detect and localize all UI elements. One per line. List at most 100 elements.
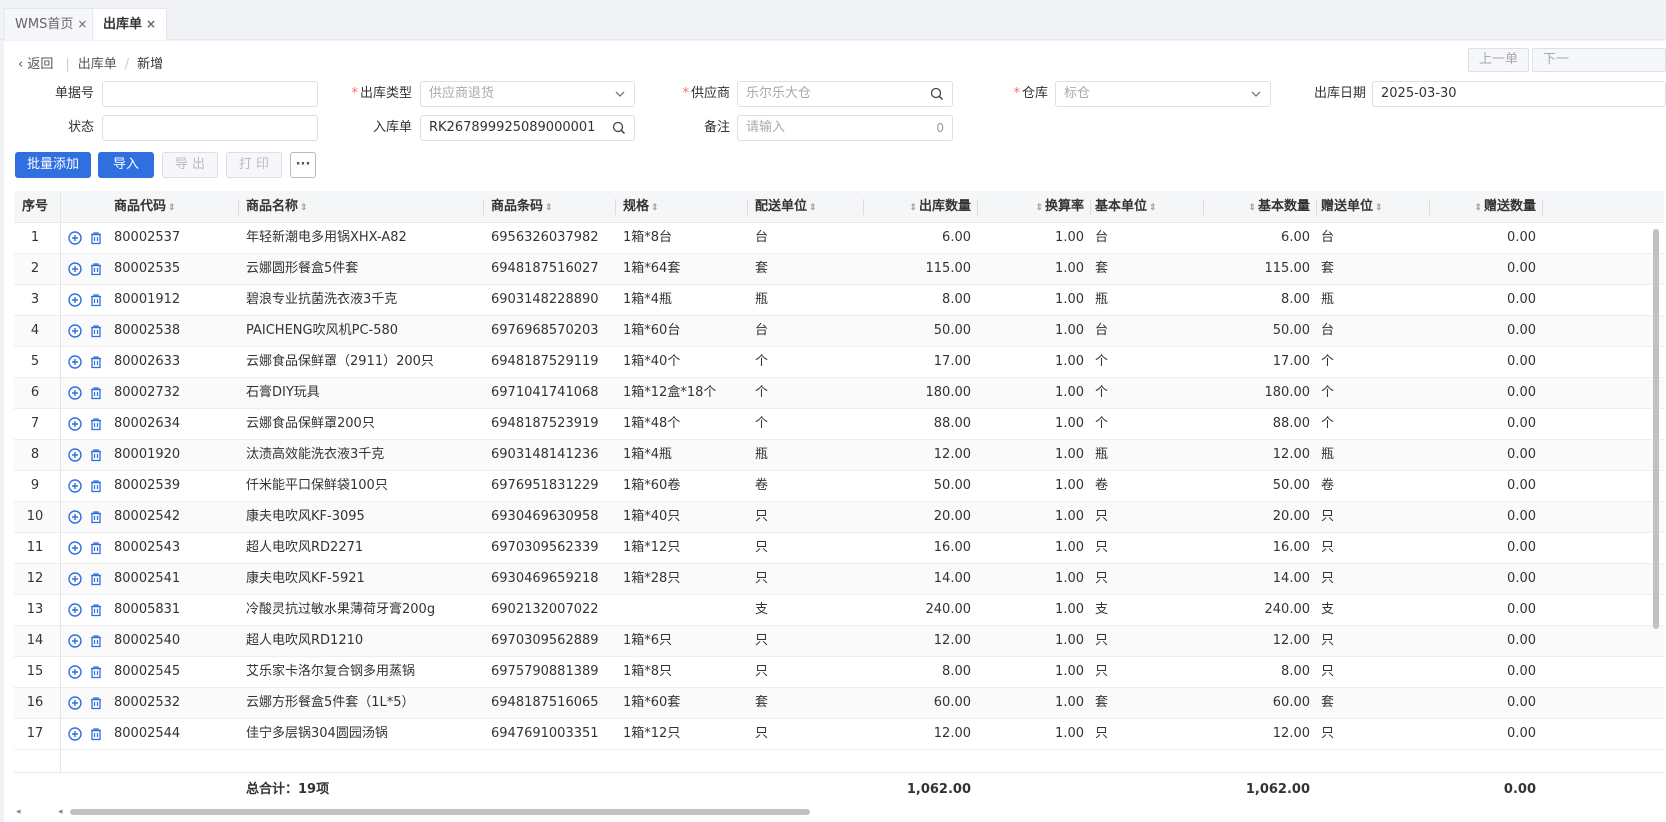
plus-circle-icon[interactable] (68, 231, 82, 245)
col-rate[interactable]: ⇕ 换算率 (985, 191, 1084, 223)
trash-icon[interactable] (89, 417, 103, 431)
trash-icon[interactable] (89, 355, 103, 369)
plus-circle-icon[interactable] (68, 634, 82, 648)
trash-icon[interactable] (89, 665, 103, 679)
horizontal-scrollbar[interactable]: ◂ ◂ (14, 807, 1664, 817)
plus-circle-icon[interactable] (68, 727, 82, 741)
cell-code: 80002541 (114, 571, 181, 586)
col-gift-unit[interactable]: 赠送单位 ⇕ (1321, 191, 1383, 223)
trash-icon[interactable] (89, 510, 103, 524)
plus-circle-icon[interactable] (68, 665, 82, 679)
col-code[interactable]: 商品代码 ⇕ (114, 191, 176, 223)
cell-barcode: 6902132007022 (491, 602, 599, 617)
breadcrumb-parent[interactable]: 出库单 (78, 57, 117, 72)
col-name[interactable]: 商品名称 ⇕ (246, 191, 308, 223)
import-button[interactable]: 导入 (98, 152, 154, 178)
table-row[interactable]: 12 80002541 康夫电吹风KF-5921 6930469659218 1箱*28… (14, 564, 1664, 595)
scroll-left-icon[interactable]: ◂ (58, 807, 63, 817)
remark-input[interactable]: 请输入 0 (737, 115, 953, 141)
more-button[interactable]: ··· (290, 152, 316, 178)
plus-circle-icon[interactable] (68, 324, 82, 338)
print-button[interactable]: 打 印 (226, 152, 282, 178)
trash-icon[interactable] (89, 541, 103, 555)
plus-circle-icon[interactable] (68, 355, 82, 369)
trash-icon[interactable] (89, 262, 103, 276)
table-row[interactable]: 13 80005831 冷酸灵抗过敏水果薄荷牙膏200g 6902132007022 支… (14, 595, 1664, 626)
cell-name: 佳宁多层锅304圆园汤锅 (246, 726, 388, 741)
tab-wms-home[interactable]: WMS首页 × (4, 8, 99, 40)
table-row[interactable]: 17 80002544 佳宁多层锅304圆园汤锅 6947691003351 1箱*12… (14, 719, 1664, 750)
export-button[interactable]: 导 出 (162, 152, 218, 178)
cell-rate: 1.00 (1055, 478, 1084, 493)
trash-icon[interactable] (89, 572, 103, 586)
trash-icon[interactable] (89, 231, 103, 245)
close-icon[interactable]: × (146, 17, 156, 31)
plus-circle-icon[interactable] (68, 448, 82, 462)
status-input[interactable] (102, 115, 318, 141)
table-row[interactable]: 4 80002538 PAICHENG吹风机PC-580 6976968570203 1… (14, 316, 1664, 347)
plus-circle-icon[interactable] (68, 479, 82, 493)
trash-icon[interactable] (89, 634, 103, 648)
next-order-button[interactable]: 下一 (1532, 48, 1666, 72)
out-date-input[interactable]: 2025-03-30 (1372, 81, 1666, 107)
col-barcode[interactable]: 商品条码 ⇕ (491, 191, 553, 223)
table-row[interactable]: 3 80001912 碧浪专业抗菌洗衣液3千克 6903148228890 1箱*4瓶 瓶… (14, 285, 1664, 316)
warehouse-select[interactable]: 标仓 (1055, 81, 1271, 107)
scroll-thumb[interactable] (1653, 229, 1659, 629)
plus-circle-icon[interactable] (68, 293, 82, 307)
vertical-scrollbar[interactable] (1652, 223, 1660, 771)
cell-barcode: 6975790881389 (491, 664, 599, 679)
plus-circle-icon[interactable] (68, 510, 82, 524)
table-row[interactable]: 10 80002542 康夫电吹风KF-3095 6930469630958 1箱*40… (14, 502, 1664, 533)
col-gift-qty[interactable]: ⇕ 赠送数量 (1437, 191, 1536, 223)
cell-base-unit: 只 (1095, 664, 1109, 679)
cell-gift-qty: 0.00 (1507, 633, 1536, 648)
trash-icon[interactable] (89, 293, 103, 307)
table-row[interactable]: 6 80002732 石膏DIY玩具 6971041741068 1箱*12盒*18个 个… (14, 378, 1664, 409)
close-icon[interactable]: × (77, 17, 87, 31)
col-unit[interactable]: 配送单位 ⇕ (755, 191, 817, 223)
plus-circle-icon[interactable] (68, 541, 82, 555)
table-row[interactable]: 9 80002539 仟米能平口保鲜袋100只 6976951831229 1箱*60卷… (14, 471, 1664, 502)
table-row[interactable]: 7 80002634 云娜食品保鲜罩200只 6948187523919 1箱*48个 个… (14, 409, 1664, 440)
col-qty[interactable]: ⇕ 出库数量 (871, 191, 971, 223)
col-spec[interactable]: 规格 ⇕ (623, 191, 659, 223)
trash-icon[interactable] (89, 386, 103, 400)
plus-circle-icon[interactable] (68, 262, 82, 276)
table-row[interactable]: 8 80001920 汰渍高效能洗衣液3千克 6903148141236 1箱*4瓶瓶 1… (14, 440, 1664, 471)
table-row[interactable]: 5 80002633 云娜食品保鲜罩（2911）200只 6948187529119 1… (14, 347, 1664, 378)
cell-qty: 12.00 (933, 447, 971, 462)
plus-circle-icon[interactable] (68, 386, 82, 400)
tab-outbound-order[interactable]: 出库单 × (92, 8, 168, 40)
plus-circle-icon[interactable] (68, 603, 82, 617)
prev-order-button[interactable]: 上一单 (1468, 48, 1530, 72)
trash-icon[interactable] (89, 448, 103, 462)
supplier-input[interactable]: 乐尔乐大仓 (737, 81, 953, 107)
back-link[interactable]: ‹ 返回 (18, 57, 53, 72)
table-row[interactable]: 15 80002545 艾乐家卡洛尔复合钢多用蒸锅 6975790881389 1箱*8… (14, 657, 1664, 688)
scroll-thumb[interactable] (70, 809, 810, 815)
table-row[interactable]: 16 80002532 云娜方形餐盒5件套（1L*5） 6948187516065 1箱… (14, 688, 1664, 719)
table-row[interactable]: 2 80002535 云娜圆形餐盒5件套 6948187516027 1箱*64套 套 11… (14, 254, 1664, 285)
trash-icon[interactable] (89, 727, 103, 741)
in-order-input[interactable]: RK267899925089000001 (420, 115, 635, 141)
batch-add-button[interactable]: 批量添加 (15, 152, 91, 178)
plus-circle-icon[interactable] (68, 572, 82, 586)
search-icon[interactable] (612, 116, 626, 140)
trash-icon[interactable] (89, 603, 103, 617)
col-base-qty[interactable]: ⇕ 基本数量 (1211, 191, 1310, 223)
trash-icon[interactable] (89, 696, 103, 710)
plus-circle-icon[interactable] (68, 696, 82, 710)
table-row[interactable]: 1 80002537 年轻新潮电多用锅XHX-A82 6956326037982 1箱*… (14, 223, 1664, 254)
order-no-input[interactable] (102, 81, 318, 107)
trash-icon[interactable] (89, 479, 103, 493)
cell-name: 云娜食品保鲜罩（2911）200只 (246, 354, 434, 369)
table-row[interactable]: 11 80002543 超人电吹风RD2271 6970309562339 1箱*12只… (14, 533, 1664, 564)
search-icon[interactable] (930, 82, 944, 106)
trash-icon[interactable] (89, 324, 103, 338)
table-row[interactable]: 14 80002540 超人电吹风RD1210 6970309562889 1箱*6只 只… (14, 626, 1664, 657)
out-type-select[interactable]: 供应商退货 (420, 81, 635, 107)
col-base-unit[interactable]: 基本单位 ⇕ (1095, 191, 1157, 223)
plus-circle-icon[interactable] (68, 417, 82, 431)
scroll-left-icon[interactable]: ◂ (16, 807, 21, 817)
